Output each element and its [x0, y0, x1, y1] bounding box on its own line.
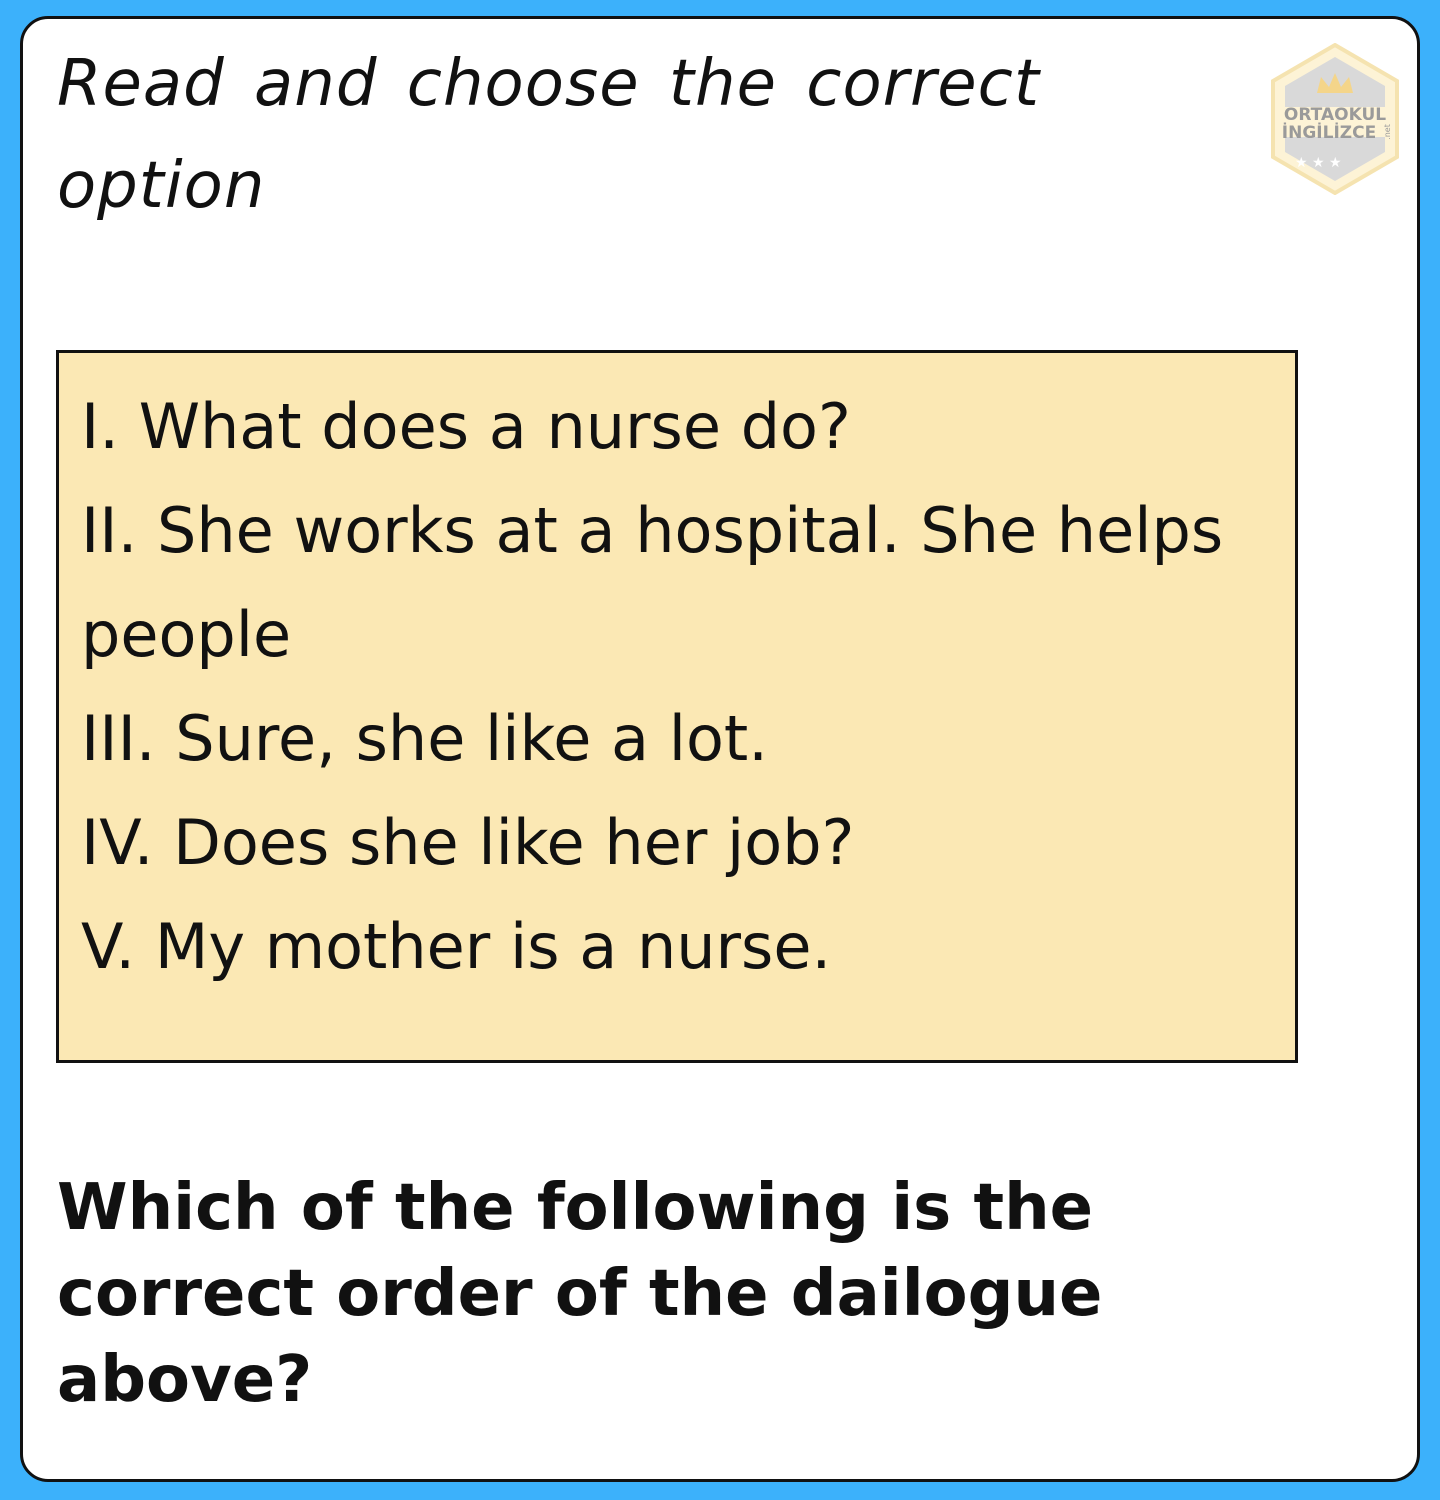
logo-suffix: .net [1383, 124, 1392, 140]
dialogue-line: IV. Does she like her job? [81, 806, 855, 879]
logo-line2: İNGİLİZCE [1282, 121, 1376, 143]
dialogue-line: III. Sure, she like a lot. [81, 702, 768, 775]
dialogue-line: V. My mother is a nurse. [81, 910, 832, 983]
site-logo: ★ ★ ★ ORTAOKUL İNGİLİZCE .net [1269, 43, 1401, 195]
svg-text:★ ★ ★: ★ ★ ★ [1295, 155, 1342, 171]
question-text: Which of the following is the correct or… [57, 1171, 1103, 1417]
dialogue-list: I. What does a nurse do? II. She works a… [81, 375, 1261, 999]
dialogue-line: I. What does a nurse do? [81, 390, 851, 463]
dialogue-box: I. What does a nurse do? II. She works a… [56, 350, 1298, 1063]
question-card: Read and choose the correct option ★ ★ ★… [20, 16, 1420, 1482]
dialogue-line: II. She works at a hospital. She helps p… [81, 494, 1224, 671]
hexagon-badge-icon: ★ ★ ★ ORTAOKUL İNGİLİZCE .net [1271, 43, 1399, 195]
instruction-heading: Read and choose the correct option [57, 47, 1040, 223]
logo-line1: ORTAOKUL [1284, 105, 1386, 125]
